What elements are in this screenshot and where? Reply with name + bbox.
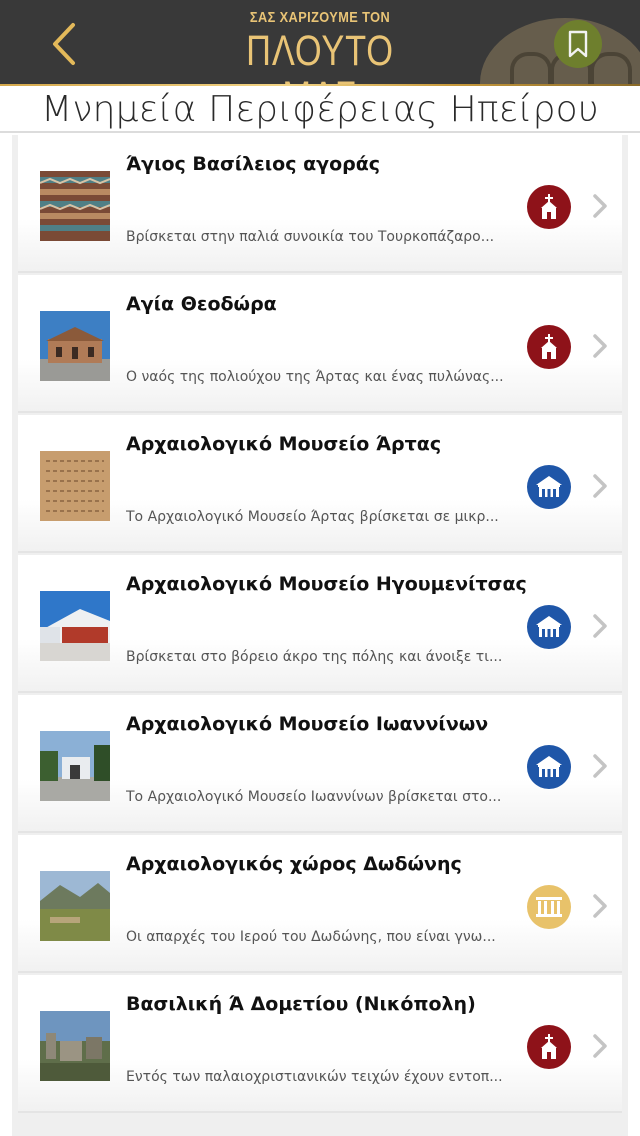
thumbnail-image <box>40 451 110 521</box>
item-title: Βασιλική Ά Δομετίου (Νικόπολη) <box>126 993 476 1015</box>
back-button[interactable] <box>38 14 90 74</box>
thumbnail-image <box>40 871 110 941</box>
list-item[interactable]: Αρχαιολογικό Μουσείο Ιωαννίνων Το Αρχαιολ… <box>18 695 622 833</box>
item-title: Αρχαιολογικό Μουσείο Ιωαννίνων <box>126 713 489 735</box>
chevron-right-icon[interactable] <box>590 331 610 361</box>
item-description: Οι απαρχές του Ιερού του Δωδώνης, που εί… <box>126 929 496 945</box>
columns-icon <box>535 895 563 919</box>
item-description: Βρίσκεται στο βόρειο άκρο της πόλης και … <box>126 649 503 665</box>
item-description: Το Αρχαιολογικό Μουσείο Ιωαννίνων βρίσκε… <box>126 789 502 805</box>
museum-icon <box>535 475 563 499</box>
church-icon <box>537 334 561 360</box>
chevron-right-icon[interactable] <box>590 471 610 501</box>
item-title: Αρχαιολογικό Μουσείο Ηγουμενίτσας <box>126 573 527 595</box>
category-badge <box>527 185 571 229</box>
app-logo: ΣΑΣ ΧΑΡΙΖΟΥΜΕ ΤΟΝ ΠΛΟΥΤΟ ΜΑΣ <box>200 8 440 86</box>
thumbnail-image <box>40 731 110 801</box>
list-item[interactable]: Αγία Θεοδώρα Ο ναός της πολιούχου της Άρτ… <box>18 275 622 413</box>
list-item[interactable]: Αρχαιολογικός χώρος Δωδώνης Οι απαρχές το… <box>18 835 622 973</box>
item-description: Το Αρχαιολογικό Μουσείο Άρτας βρίσκεται … <box>126 509 499 525</box>
thumbnail-image <box>40 171 110 241</box>
church-icon <box>537 1034 561 1060</box>
monument-list[interactable]: Άγιος Βασίλειος αγοράς Βρίσκεται στην παλ… <box>12 135 628 1136</box>
item-description: Ο ναός της πολιούχου της Άρτας και ένας … <box>126 369 504 385</box>
list-item[interactable]: Αρχαιολογικό Μουσείο Άρτας Το Αρχαιολογικ… <box>18 415 622 553</box>
page-title: Μνημεία Περιφέρειας Ηπείρου <box>41 89 599 130</box>
church-icon <box>537 194 561 220</box>
item-title: Αρχαιολογικός χώρος Δωδώνης <box>126 853 462 875</box>
list-item[interactable]: Βασιλική Ά Δομετίου (Νικόπολη) Εντός των … <box>18 975 622 1113</box>
item-description: Εντός των παλαιοχριστιανικών τειχών έχου… <box>126 1069 503 1085</box>
category-badge <box>527 1025 571 1069</box>
logo-title: ΠΛΟΥΤΟ ΜΑΣ <box>246 27 394 86</box>
chevron-right-icon[interactable] <box>590 751 610 781</box>
app-header: ΣΑΣ ΧΑΡΙΖΟΥΜΕ ΤΟΝ ΠΛΟΥΤΟ ΜΑΣ <box>0 0 640 86</box>
list-item[interactable]: Αρχαιολογικό Μουσείο Ηγουμενίτσας Βρίσκετ… <box>18 555 622 693</box>
list-item[interactable]: Άγιος Βασίλειος αγοράς Βρίσκεται στην παλ… <box>18 135 622 273</box>
category-badge <box>527 605 571 649</box>
category-badge <box>527 325 571 369</box>
item-title: Άγιος Βασίλειος αγοράς <box>126 153 381 175</box>
header-accent-line <box>0 84 640 86</box>
category-badge <box>527 465 571 509</box>
bookmark-icon <box>568 30 588 58</box>
museum-icon <box>535 755 563 779</box>
chevron-right-icon[interactable] <box>590 891 610 921</box>
thumbnail-image <box>40 591 110 661</box>
museum-icon <box>535 615 563 639</box>
thumbnail-image <box>40 311 110 381</box>
item-description: Βρίσκεται στην παλιά συνοικία του Τουρκο… <box>126 229 495 245</box>
chevron-left-icon <box>53 23 75 65</box>
divider <box>0 131 640 133</box>
bookmark-button[interactable] <box>554 20 602 68</box>
category-badge <box>527 885 571 929</box>
chevron-right-icon[interactable] <box>590 191 610 221</box>
thumbnail-image <box>40 1011 110 1081</box>
logo-tagline: ΣΑΣ ΧΑΡΙΖΟΥΜΕ ΤΟΝ <box>249 9 391 26</box>
item-title: Αγία Θεοδώρα <box>126 293 277 315</box>
item-title: Αρχαιολογικό Μουσείο Άρτας <box>126 433 442 455</box>
chevron-right-icon[interactable] <box>590 611 610 641</box>
category-badge <box>527 745 571 789</box>
chevron-right-icon[interactable] <box>590 1031 610 1061</box>
